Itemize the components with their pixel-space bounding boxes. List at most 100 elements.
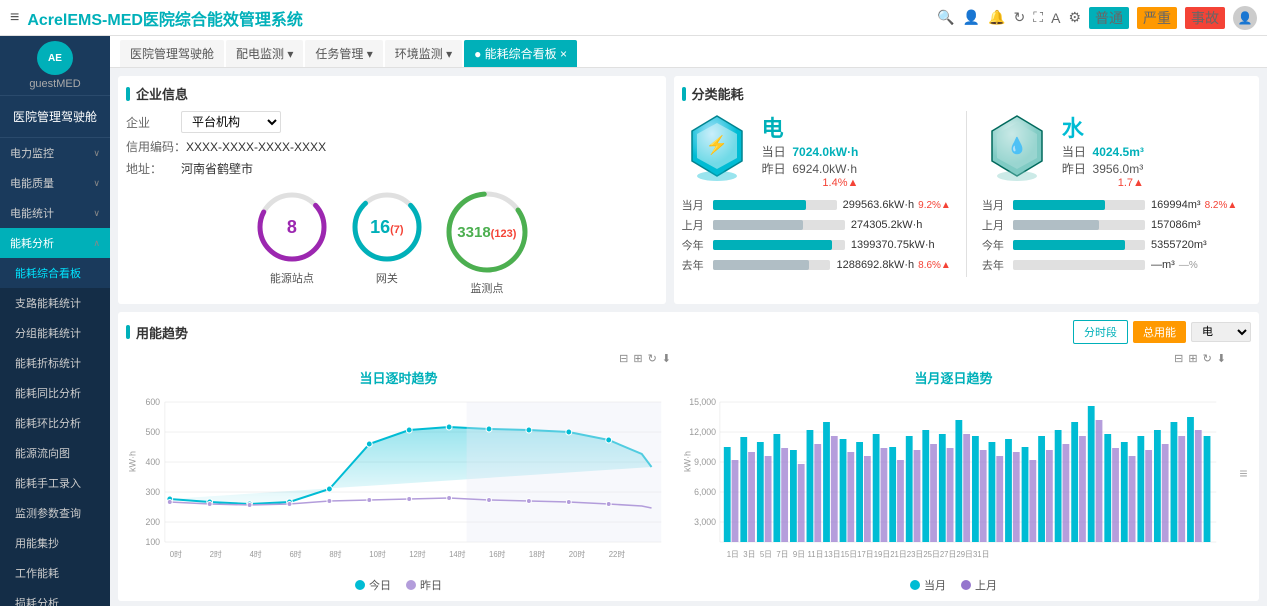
chart-icon-col2[interactable]: ⊞ [1188,352,1197,365]
sidebar-item-6[interactable]: 分组能耗统计 [0,318,110,348]
sidebar-item-13[interactable]: 用能集抄 [0,528,110,558]
bar-d10-last [881,448,888,542]
sidebar-item-12[interactable]: 监测参数查询 [0,498,110,528]
bar-d19-last [1029,460,1036,542]
water-bar-fill-1 [1013,200,1106,210]
sidebar-item-4[interactable]: 能耗综合看板 [0,258,110,288]
avatar[interactable]: 👤 [1233,6,1257,30]
font-icon[interactable]: A [1051,10,1060,26]
sidebar-item-3[interactable]: 能耗分析∧ [0,228,110,258]
sidebar-item-15[interactable]: 损耗分析 [0,588,110,606]
bar-d15-cur [955,420,962,542]
legend-last-month: 上月 [961,577,997,593]
sidebar-menu-item[interactable]: 医院管理驾驶舱 [0,96,110,138]
bar-d20-last [1046,450,1053,542]
chart-icon-download2[interactable]: ⬇ [1217,352,1226,365]
chart-icon-col[interactable]: ⊞ [633,352,642,365]
energy-panel-header: 分类能耗 [682,84,1251,103]
svg-text:29日: 29日 [956,550,972,559]
scroll-indicator[interactable]: ≡ [1236,352,1251,593]
circle-value-1: 8 [287,217,297,238]
main-layout: AE guestMED 医院管理驾驶舱 电力监控∨电能质量∨电能统计∨能耗分析∧… [0,36,1267,606]
elec-row-last-year: 去年 1288692.8kW·h8.6%▲ [682,257,951,273]
bar-d26-last [1145,450,1152,542]
bar-d3-cur [757,442,764,542]
elec-bar-this-year [713,240,845,250]
bar-d9-last [864,456,871,542]
trend-section: 用能趋势 分时段 总用能 电 水 [118,312,1259,601]
elec-row-last-month: 上月 274305.2kW·h [682,217,951,233]
tab-distribution[interactable]: 配电监测 ▾ [226,40,303,67]
svg-text:12,000: 12,000 [689,427,716,437]
svg-text:11日: 11日 [808,550,824,559]
chart-monthly-legend: 当月 上月 [681,577,1226,593]
legend-dot-today [355,580,365,590]
bar-d29-last [1195,430,1202,542]
refresh-icon[interactable]: ↻ [1014,9,1026,26]
btn-hourly[interactable]: 分时段 [1073,320,1128,344]
sidebar-management[interactable]: 医院管理驾驶舱 [0,101,110,132]
water-today: 当日 4024.5m³ [1062,143,1144,160]
bar-d14-last [947,448,954,542]
menu-icon[interactable]: ≡ [10,9,19,27]
bar-d19-cur [1022,447,1029,542]
chart-icon-bar[interactable]: ⊟ [619,352,628,365]
app-title: AcrelEMS-MED医院综合能效管理系统 [27,6,937,30]
sidebar-item-7[interactable]: 能耗折标统计 [0,348,110,378]
tab-environment[interactable]: 环境监测 ▾ [385,40,462,67]
chart-monthly: ⊟ ⊞ ↻ ⬇ 当月逐日趋势 [681,352,1226,593]
electricity-diff: 1.4%▲ [762,177,859,189]
sidebar-item-8[interactable]: 能耗同比分析 [0,378,110,408]
sidebar-item-2[interactable]: 电能统计∨ [0,198,110,228]
bar-d12-last [914,450,921,542]
svg-text:4时: 4时 [250,549,262,559]
elec-bar-fill-3 [713,240,832,250]
bar-d24-last [1112,448,1119,542]
circle-label-3: 监测点 [470,280,503,296]
bar-d3-last [765,456,772,542]
circle-value-3-wrapper: 3318 (123) [457,224,516,241]
bar-d27-cur [1154,430,1161,542]
tab-energy-overview[interactable]: ● 能耗综合看板 × [464,40,577,67]
badge-warning[interactable]: 严重 [1137,7,1177,29]
sidebar-item-10[interactable]: 能源流向图 [0,438,110,468]
bar-d23-last [1096,420,1103,542]
tab-task[interactable]: 任务管理 ▾ [305,40,382,67]
sidebar-item-14[interactable]: 工作能耗 [0,558,110,588]
bar-d11-last [897,460,904,542]
btn-total[interactable]: 总用能 [1133,321,1186,343]
energy-split: ⚡ 电 当日 7024.0kW·h [682,111,1251,277]
company-select[interactable]: 平台机构 [181,111,281,133]
bar-d16-cur [972,436,979,542]
bar-d14-cur [939,434,946,542]
chart-daily-icons: ⊟ ⊞ ↻ ⬇ [126,352,671,365]
chart-icon-refresh[interactable]: ↻ [648,352,657,365]
settings-icon[interactable]: ⚙ [1068,9,1081,26]
svg-text:6,000: 6,000 [694,487,716,497]
electricity-icon: ⚡ [682,111,752,181]
elec-row-current-month: 当月 299563.6kW·h9.2%▲ [682,197,951,213]
sidebar-item-11[interactable]: 能耗手工录入 [0,468,110,498]
chart-icon-bar2[interactable]: ⊟ [1174,352,1183,365]
bell-icon[interactable]: 🔔 [988,9,1005,26]
sidebar-item-9[interactable]: 能耗环比分析 [0,408,110,438]
elec-bar-fill-1 [713,200,806,210]
svg-text:500: 500 [145,427,160,437]
chart-icon-refresh2[interactable]: ↻ [1203,352,1212,365]
sidebar-item-1[interactable]: 电能质量∨ [0,168,110,198]
svg-text:3日: 3日 [743,550,755,559]
search-icon[interactable]: 🔍 [937,9,954,26]
tab-hospital-dashboard[interactable]: 医院管理驾驶舱 [120,40,224,67]
bar-d22-last [1079,436,1086,542]
sidebar-item-5[interactable]: 支路能耗统计 [0,288,110,318]
energy-type-select[interactable]: 电 水 [1191,322,1251,342]
content-area: 医院管理驾驶舱 配电监测 ▾ 任务管理 ▾ 环境监测 ▾ ● 能耗综合看板 × … [110,36,1267,606]
elec-bar-fill-2 [713,220,803,230]
bar-d11-cur [889,447,896,542]
user-icon[interactable]: 👤 [963,9,980,26]
sidebar-item-0[interactable]: 电力监控∨ [0,138,110,168]
badge-danger[interactable]: 事故 [1185,7,1225,29]
svg-text:31日: 31日 [973,550,989,559]
chart-icon-download[interactable]: ⬇ [662,352,671,365]
fullscreen-icon[interactable]: ⛶ [1033,9,1043,26]
